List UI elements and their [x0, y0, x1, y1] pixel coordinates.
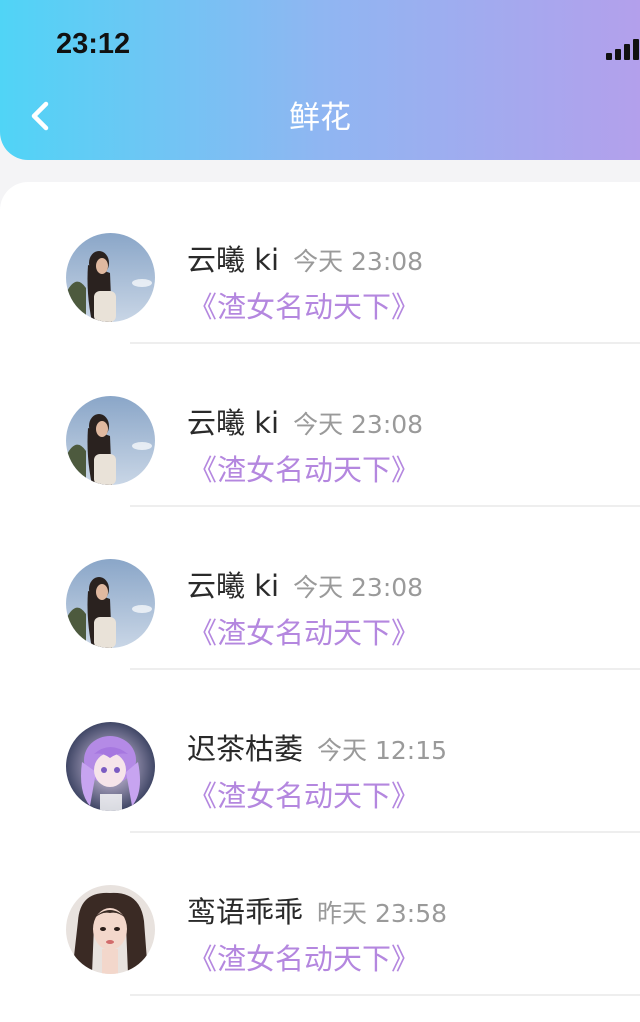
- user-name: 云曦 ki: [187, 243, 280, 277]
- user-name: 迟茶枯萎: [187, 732, 304, 766]
- timestamp: 昨天 23:58: [317, 899, 448, 928]
- timestamp: 今天 12:15: [317, 736, 448, 765]
- timestamp: 今天 23:08: [293, 247, 424, 276]
- list-item[interactable]: 云曦 ki 今天 23:08 《渣女名动天下》: [0, 345, 640, 508]
- divider: [130, 994, 640, 996]
- book-title[interactable]: 《渣女名动天下》: [188, 447, 420, 489]
- timestamp: 今天 23:08: [293, 410, 424, 439]
- user-name-line: 迟茶枯萎 今天 12:15: [187, 726, 447, 768]
- flower-list: 云曦 ki 今天 23:08 《渣女名动天下》 云曦 ki 今天 23:08 《…: [0, 182, 640, 1022]
- avatar[interactable]: [66, 722, 155, 811]
- user-name-line: 鸾语乖乖 昨天 23:58: [187, 889, 447, 931]
- list-item[interactable]: 迟茶枯萎 今天 12:15 《渣女名动天下》: [0, 671, 640, 834]
- list-item[interactable]: 云曦 ki 今天 23:08 《渣女名动天下》: [0, 182, 640, 345]
- user-name: 云曦 ki: [187, 406, 280, 440]
- page-title: 鲜花: [289, 100, 351, 136]
- signal-icon: [606, 38, 640, 60]
- user-name-line: 云曦 ki 今天 23:08: [187, 237, 423, 279]
- list-item[interactable]: 云曦 ki 今天 23:08 《渣女名动天下》: [0, 508, 640, 671]
- divider: [130, 342, 640, 344]
- header-bar: 23:12 鲜花: [0, 0, 640, 160]
- avatar[interactable]: [66, 885, 155, 974]
- divider: [130, 831, 640, 833]
- divider: [130, 505, 640, 507]
- divider: [130, 668, 640, 670]
- user-name: 云曦 ki: [187, 569, 280, 603]
- list-item[interactable]: 鸾语乖乖 昨天 23:58 《渣女名动天下》: [0, 834, 640, 997]
- book-title[interactable]: 《渣女名动天下》: [188, 284, 420, 326]
- avatar[interactable]: [66, 396, 155, 485]
- book-title[interactable]: 《渣女名动天下》: [188, 936, 420, 978]
- avatar[interactable]: [66, 559, 155, 648]
- timestamp: 今天 23:08: [293, 573, 424, 602]
- user-name: 鸾语乖乖: [187, 895, 304, 929]
- book-title[interactable]: 《渣女名动天下》: [188, 610, 420, 652]
- avatar[interactable]: [66, 233, 155, 322]
- user-name-line: 云曦 ki 今天 23:08: [187, 400, 423, 442]
- user-name-line: 云曦 ki 今天 23:08: [187, 563, 423, 605]
- status-time: 23:12: [56, 28, 131, 60]
- book-title[interactable]: 《渣女名动天下》: [188, 773, 420, 815]
